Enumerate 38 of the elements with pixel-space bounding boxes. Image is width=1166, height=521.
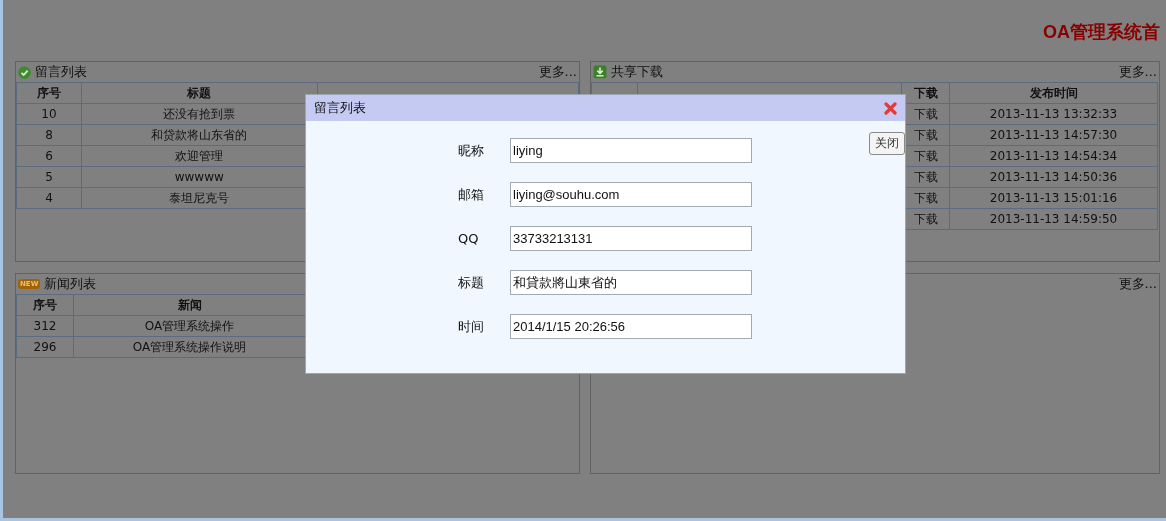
input-field[interactable]: liying bbox=[510, 138, 752, 163]
more-link[interactable]: 更多... bbox=[538, 63, 577, 81]
column-header: 序号 bbox=[16, 82, 82, 104]
more-link[interactable]: 更多... bbox=[1118, 63, 1157, 81]
column-header: 新闻 bbox=[73, 294, 306, 316]
checkmark-icon bbox=[18, 65, 31, 79]
input-field[interactable]: 33733213131 bbox=[510, 226, 752, 251]
table-cell: 2013-11-13 14:50:36 bbox=[949, 166, 1158, 188]
table-cell: 10 bbox=[16, 103, 82, 125]
field-label: 时间 bbox=[458, 317, 485, 336]
table-cell: 2013-11-13 13:32:33 bbox=[949, 103, 1158, 125]
table-cell: 2013-11-13 14:54:34 bbox=[949, 145, 1158, 167]
table-cell: 4 bbox=[16, 187, 82, 209]
panel-title: 留言列表 bbox=[35, 63, 87, 81]
panel-title: 共享下载 bbox=[611, 63, 663, 81]
tooltip: 关闭 bbox=[869, 132, 905, 155]
field-label: 标题 bbox=[458, 273, 485, 292]
field-label: 邮箱 bbox=[458, 185, 485, 204]
close-icon[interactable] bbox=[884, 101, 897, 115]
table-cell: 296 bbox=[16, 336, 74, 358]
input-field[interactable]: liying@souhu.com bbox=[510, 182, 752, 207]
input-field[interactable]: 2014/1/15 20:26:56 bbox=[510, 314, 752, 339]
table-cell: 6 bbox=[16, 145, 82, 167]
table-cell: 312 bbox=[16, 315, 74, 337]
table-cell: 5 bbox=[16, 166, 82, 188]
panel-title: 新闻列表 bbox=[44, 275, 97, 293]
table-cell: 8 bbox=[16, 124, 82, 146]
column-header: 序号 bbox=[16, 294, 74, 316]
table-cell: 2013-11-13 15:01:16 bbox=[949, 187, 1158, 209]
more-link[interactable]: 更多... bbox=[1118, 275, 1157, 293]
table-cell: 2013-11-13 14:57:30 bbox=[949, 124, 1158, 146]
download-icon bbox=[593, 65, 607, 79]
field-label: QQ bbox=[458, 231, 480, 246]
column-header: 发布时间 bbox=[949, 82, 1158, 104]
table-cell: 2013-11-13 14:59:50 bbox=[949, 208, 1158, 230]
input-field[interactable]: 和貸款將山東省的 bbox=[510, 270, 752, 295]
page-title: OA管理系统首 bbox=[1043, 21, 1160, 44]
field-label: 昵称 bbox=[458, 141, 485, 160]
